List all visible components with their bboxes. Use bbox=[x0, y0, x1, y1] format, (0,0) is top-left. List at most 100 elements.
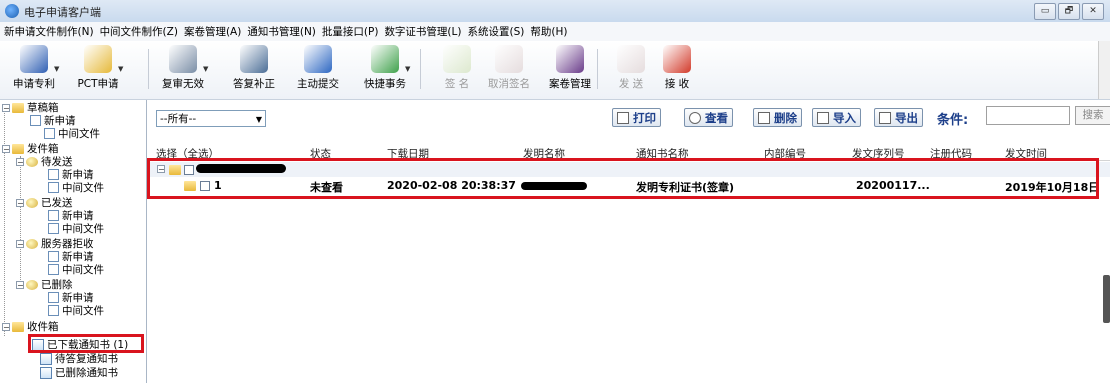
collapse-icon[interactable]: − bbox=[2, 144, 10, 153]
toolbar-button-label: 复审无效 bbox=[162, 78, 204, 90]
collapse-icon[interactable]: − bbox=[16, 239, 24, 248]
condition-label: 条件: bbox=[937, 113, 969, 128]
tree-drafts-intermediate[interactable]: 中间文件 bbox=[44, 127, 100, 140]
tree-pending-intermediate[interactable]: 中间文件 bbox=[48, 181, 104, 194]
tree-label: 已删除通知书 bbox=[55, 367, 118, 379]
button-label: 导入 bbox=[833, 110, 856, 125]
toolbar-button-label: 答复补正 bbox=[233, 78, 275, 90]
menu-batch-interface[interactable]: 批量接口(P) bbox=[322, 24, 379, 39]
toolbar-button-8[interactable]: 案卷管理 bbox=[542, 45, 598, 91]
menu-certificate[interactable]: 数字证书管理(L) bbox=[384, 24, 461, 39]
outbox-folder-icon bbox=[12, 143, 24, 154]
import-button[interactable]: 导入 bbox=[812, 108, 861, 127]
collapse-icon[interactable]: − bbox=[16, 198, 24, 207]
tree-rejected-intermediate[interactable]: 中间文件 bbox=[48, 263, 104, 276]
restore-button[interactable]: 🗗 bbox=[1058, 3, 1080, 20]
status-filter-select[interactable]: --所有-- ▼ bbox=[156, 110, 266, 127]
button-label: 导出 bbox=[895, 110, 918, 125]
tree-connector bbox=[20, 156, 21, 284]
menu-help[interactable]: 帮助(H) bbox=[530, 24, 567, 39]
notice-icon bbox=[40, 352, 52, 365]
app-icon bbox=[5, 4, 19, 18]
pending-folder-icon bbox=[26, 156, 38, 167]
toolbar-button-6[interactable]: 签 名 bbox=[429, 45, 485, 91]
dropdown-arrow-icon[interactable]: ▼ bbox=[54, 65, 59, 73]
pct-icon bbox=[84, 45, 112, 73]
collapse-icon[interactable]: − bbox=[2, 322, 10, 331]
window-controls: ▭ 🗗 ✕ bbox=[1034, 3, 1104, 20]
toolbar-button-3[interactable]: 答复补正 bbox=[226, 45, 282, 91]
collapse-icon[interactable]: − bbox=[16, 280, 24, 289]
view-button[interactable]: 查看 bbox=[684, 108, 733, 127]
document-icon bbox=[44, 128, 55, 139]
chevron-down-icon: ▼ bbox=[255, 115, 262, 124]
export-icon bbox=[879, 111, 891, 124]
button-label: 打印 bbox=[633, 110, 656, 125]
toolbar-button-7[interactable]: 取消签名 bbox=[481, 45, 537, 91]
condition-input[interactable] bbox=[986, 106, 1070, 125]
toolbar-button-label: 案卷管理 bbox=[549, 78, 591, 90]
document-icon bbox=[48, 264, 59, 275]
inbox-folder-icon bbox=[12, 321, 24, 332]
toolbar-button-4[interactable]: 主动提交 bbox=[290, 45, 346, 91]
dropdown-arrow-icon[interactable]: ▼ bbox=[405, 65, 410, 73]
collapse-icon[interactable]: − bbox=[2, 103, 10, 112]
toolbar-separator bbox=[597, 49, 598, 89]
tree-deleted-intermediate[interactable]: 中间文件 bbox=[48, 304, 104, 317]
notice-icon bbox=[40, 366, 52, 379]
menu-case-management[interactable]: 案卷管理(A) bbox=[184, 24, 241, 39]
reply-icon bbox=[240, 45, 268, 73]
document-icon bbox=[48, 305, 59, 316]
menu-notice-management[interactable]: 通知书管理(N) bbox=[247, 24, 316, 39]
document-icon bbox=[48, 251, 59, 262]
toolbar-button-10[interactable]: 接 收 bbox=[649, 45, 705, 91]
toolbar-button-5[interactable]: 快捷事务 ▼ bbox=[357, 45, 413, 91]
tree-label: 中间文件 bbox=[62, 182, 104, 194]
toolbar-button-label: 签 名 bbox=[444, 78, 470, 90]
tree-inbox[interactable]: − 收件箱 bbox=[2, 320, 59, 333]
toolbar-separator bbox=[148, 49, 149, 89]
submit-icon bbox=[304, 45, 332, 73]
menu-intermediate-file[interactable]: 中间文件制作(Z) bbox=[100, 24, 178, 39]
tree-label: 中间文件 bbox=[62, 223, 104, 235]
filter-bar: --所有-- ▼ 打印 查看 删除 导入 导出 条件: 搜索 bbox=[147, 100, 1110, 138]
toolbar-button-1[interactable]: PCT申请 ▼ bbox=[70, 45, 126, 91]
toolbar-button-label: 申请专利 bbox=[13, 78, 55, 90]
menu-settings[interactable]: 系统设置(S) bbox=[467, 24, 524, 39]
tree-sent-intermediate[interactable]: 中间文件 bbox=[48, 222, 104, 235]
toolbar-button-0[interactable]: 申请专利 ▼ bbox=[6, 45, 62, 91]
menu-bar: 新申请文件制作(N) 中间文件制作(Z) 案卷管理(A) 通知书管理(N) 批量… bbox=[0, 22, 1110, 41]
tree-pending-reply-notices[interactable]: 待答复通知书 bbox=[40, 352, 118, 365]
export-button[interactable]: 导出 bbox=[874, 108, 923, 127]
dropdown-arrow-icon[interactable]: ▼ bbox=[118, 65, 123, 73]
document-icon bbox=[30, 115, 41, 126]
deleted-folder-icon bbox=[26, 279, 38, 290]
dropdown-arrow-icon[interactable]: ▼ bbox=[203, 65, 208, 73]
menu-new-application[interactable]: 新申请文件制作(N) bbox=[4, 24, 94, 39]
toolbar-button-2[interactable]: 复审无效 ▼ bbox=[155, 45, 211, 91]
highlight-box bbox=[147, 158, 1099, 199]
highlight-box bbox=[28, 334, 144, 353]
button-label: 查看 bbox=[705, 110, 728, 125]
document-icon bbox=[48, 223, 59, 234]
delete-button[interactable]: 删除 bbox=[753, 108, 802, 127]
send-icon bbox=[617, 45, 645, 73]
window-title: 电子申请客户端 bbox=[24, 6, 101, 19]
scroll-handle[interactable] bbox=[1103, 275, 1110, 323]
archive-icon bbox=[556, 45, 584, 73]
main-panel: --所有-- ▼ 打印 查看 删除 导入 导出 条件: 搜索 选择（全选） 状态… bbox=[147, 100, 1110, 383]
tree-deleted-notices[interactable]: 已删除通知书 bbox=[40, 366, 118, 379]
close-button[interactable]: ✕ bbox=[1082, 3, 1104, 20]
collapse-icon[interactable]: − bbox=[16, 157, 24, 166]
rejected-folder-icon bbox=[26, 238, 38, 249]
document-icon bbox=[48, 169, 59, 180]
title-bar: 电子申请客户端 ▭ 🗗 ✕ bbox=[0, 0, 1110, 23]
search-button[interactable]: 搜索 bbox=[1075, 106, 1110, 125]
quick-affairs-icon bbox=[371, 45, 399, 73]
button-label: 删除 bbox=[774, 110, 797, 125]
tree-label: 中间文件 bbox=[62, 264, 104, 276]
toolbar-scroll-strip bbox=[1098, 41, 1110, 99]
tree-label: 中间文件 bbox=[62, 305, 104, 317]
print-button[interactable]: 打印 bbox=[612, 108, 661, 127]
minimize-button[interactable]: ▭ bbox=[1034, 3, 1056, 20]
